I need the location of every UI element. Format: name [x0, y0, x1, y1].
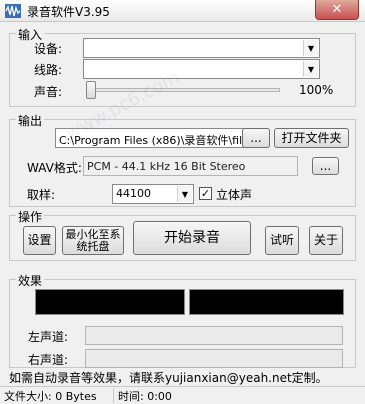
settings-button[interactable]: 设置 — [23, 226, 56, 255]
sample-rate-select[interactable]: 44100 ▼ — [112, 184, 194, 204]
wav-format-field: PCM - 44.1 kHz 16 Bit Stereo — [83, 156, 298, 176]
waveform-app-icon — [5, 4, 21, 18]
start-record-button[interactable]: 开始录音 — [133, 221, 251, 255]
level-meter-left — [35, 289, 185, 315]
minimize-to-tray-button[interactable]: 最小化至系统托盘 — [62, 226, 124, 255]
line-select[interactable]: ▼ — [83, 59, 320, 79]
checkmark-icon: ✓ — [200, 187, 211, 200]
left-channel-bar — [85, 326, 343, 345]
line-label: 线路: — [34, 63, 63, 77]
status-bar: 文件大小: 0 Bytes 时间: 0:00 — [0, 386, 365, 403]
right-channel-label: 右声道: — [28, 353, 69, 367]
status-time: 时间: 0:00 — [118, 390, 172, 403]
level-meter-right — [189, 289, 344, 315]
device-label: 设备: — [34, 42, 63, 56]
chevron-down-icon[interactable]: ▼ — [303, 40, 318, 56]
close-icon: ✕ — [331, 2, 343, 17]
volume-slider-thumb[interactable] — [86, 81, 96, 99]
close-button[interactable]: ✕ — [315, 0, 359, 20]
wav-format-button[interactable]: ... — [312, 157, 339, 175]
app-window: 录音软件V3.95 ✕ 输入 设备: ▼ 线路: ▼ 声音: 100% 输出 C… — [0, 0, 365, 403]
preview-button[interactable]: 试听 — [265, 226, 299, 255]
stereo-checkbox[interactable]: ✓ — [199, 187, 212, 200]
status-file-size: 文件大小: 0 Bytes — [0, 388, 114, 403]
stereo-label: 立体声 — [216, 188, 253, 202]
right-channel-bar — [85, 349, 343, 368]
open-folder-button[interactable]: 打开文件夹 — [274, 128, 349, 148]
operation-group-title: 操作 — [16, 208, 45, 225]
volume-label: 声音: — [34, 85, 63, 99]
volume-value: 100% — [299, 83, 334, 97]
chevron-down-icon[interactable]: ▼ — [303, 61, 318, 77]
wav-format-label: WAV格式: — [27, 161, 82, 175]
about-button[interactable]: 关于 — [309, 226, 343, 255]
browse-button[interactable]: ... — [242, 128, 270, 148]
chevron-down-icon[interactable]: ▼ — [177, 186, 192, 202]
output-group-title: 输出 — [16, 112, 45, 129]
title-bar[interactable]: 录音软件V3.95 ✕ — [0, 0, 365, 22]
device-select[interactable]: ▼ — [83, 38, 320, 58]
window-title: 录音软件V3.95 — [27, 5, 110, 19]
notice-text: 如需自动录音等效果，请联系yujianxian@yeah.net定制。 — [9, 371, 328, 385]
volume-slider-track[interactable] — [88, 88, 280, 92]
sample-rate-value: 44100 — [116, 187, 151, 200]
left-channel-label: 左声道: — [28, 330, 69, 344]
sample-rate-label: 取样: — [27, 188, 56, 202]
effect-group-title: 效果 — [16, 272, 45, 289]
